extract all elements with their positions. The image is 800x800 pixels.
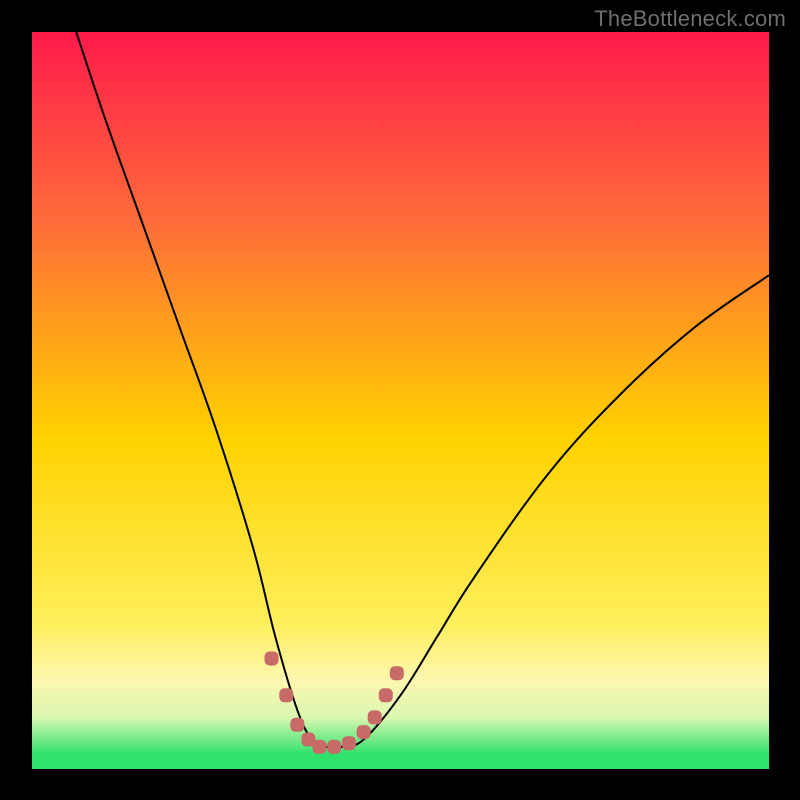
marker-point — [327, 740, 341, 754]
highlight-markers — [265, 651, 404, 753]
marker-point — [368, 710, 382, 724]
watermark-text: TheBottleneck.com — [594, 6, 786, 32]
marker-point — [390, 666, 404, 680]
bottleneck-curve — [76, 32, 769, 748]
plot-area — [32, 32, 769, 769]
chart-frame: TheBottleneck.com — [0, 0, 800, 800]
marker-point — [342, 736, 356, 750]
marker-point — [290, 718, 304, 732]
marker-point — [379, 688, 393, 702]
marker-point — [357, 725, 371, 739]
marker-point — [279, 688, 293, 702]
marker-point — [265, 651, 279, 665]
marker-point — [312, 740, 326, 754]
curve-layer — [32, 32, 769, 769]
